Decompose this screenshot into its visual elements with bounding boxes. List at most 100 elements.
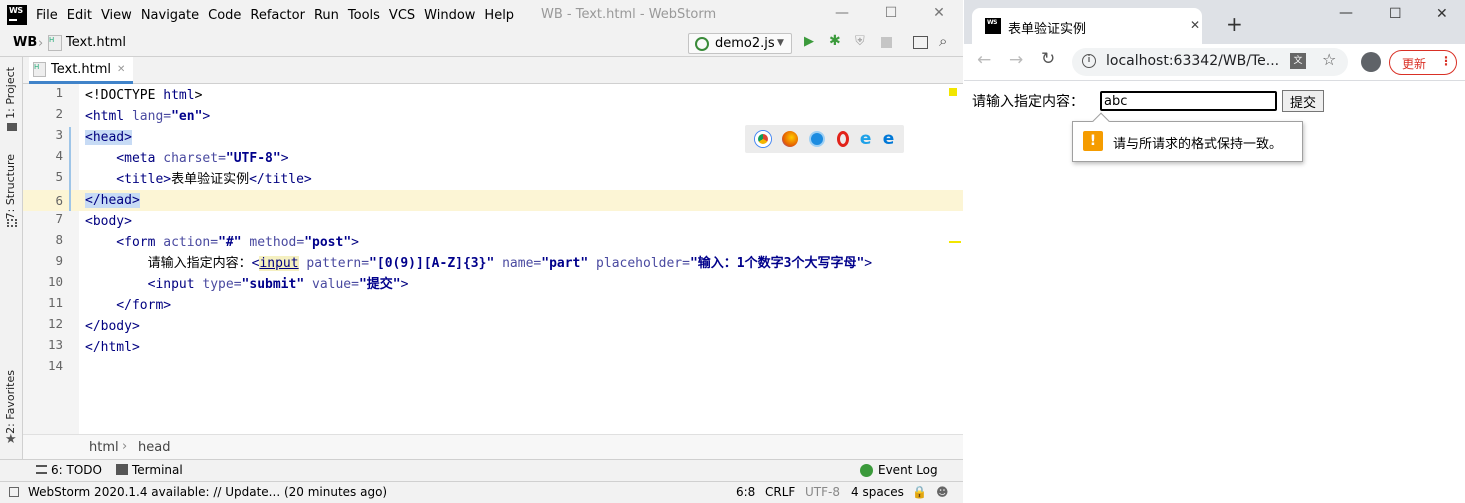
project-crumb[interactable]: WB	[13, 35, 37, 50]
reload-icon[interactable]: ↻	[1041, 49, 1055, 69]
more-menu-icon[interactable]: ⋮	[1440, 54, 1452, 68]
bookmark-star-icon[interactable]: ☆	[1322, 50, 1336, 69]
opera-icon[interactable]	[836, 131, 849, 147]
run-config-select[interactable]: demo2.js ▼	[688, 33, 792, 54]
html-file-icon: H	[48, 35, 62, 51]
tab-close-icon[interactable]: ✕	[117, 64, 125, 75]
forward-icon[interactable]: →	[1009, 50, 1023, 70]
line-number: 4	[55, 148, 63, 163]
code-line: </form>	[85, 298, 172, 313]
firefox-icon[interactable]	[781, 131, 798, 147]
code-line: <!DOCTYPE html>	[85, 88, 203, 103]
file-crumb[interactable]: Text.html	[66, 35, 126, 50]
menu-code[interactable]: Code	[208, 8, 241, 23]
code-line: </html>	[85, 340, 140, 355]
terminal-tab[interactable]: Terminal	[132, 463, 183, 477]
line-number: 9	[55, 253, 63, 268]
edge-icon[interactable]: e	[883, 129, 895, 149]
submit-button[interactable]: 提交	[1282, 90, 1324, 112]
tab-text-html[interactable]: H Text.html ✕	[29, 57, 134, 84]
maximize-icon[interactable]: ☐	[883, 5, 899, 21]
menu-edit[interactable]: Edit	[67, 8, 92, 23]
validation-message: 请与所请求的格式保持一致。	[1113, 137, 1283, 152]
code-line: </body>	[85, 319, 140, 334]
pattern-input[interactable]	[1100, 91, 1277, 111]
menu-view[interactable]: View	[101, 8, 132, 23]
breadcrumb-head[interactable]: head	[138, 440, 170, 455]
inspector-icon[interactable]: ☻	[936, 485, 949, 499]
file-encoding[interactable]: UTF-8	[805, 485, 840, 499]
close-icon[interactable]: ✕	[931, 5, 947, 21]
webstorm-window: WS File Edit View Navigate Code Refactor…	[0, 0, 963, 503]
line-number: 12	[47, 316, 63, 331]
line-number: 11	[47, 295, 63, 310]
stop-icon[interactable]	[881, 37, 892, 48]
structure-tool-tab[interactable]: 7: Structure	[4, 154, 17, 219]
menu-run[interactable]: Run	[314, 8, 339, 23]
code-line: <html lang="en">	[85, 109, 211, 124]
menu-tools[interactable]: Tools	[348, 8, 380, 23]
status-message[interactable]: WebStorm 2020.1.4 available: // Update..…	[28, 485, 387, 499]
code-line: <form action="#" method="post">	[85, 235, 359, 250]
menu-help[interactable]: Help	[484, 8, 514, 23]
translate-icon[interactable]: 文	[1290, 53, 1306, 69]
internet-explorer-icon[interactable]: e	[860, 129, 872, 149]
tab-label: Text.html	[51, 61, 112, 77]
maximize-icon[interactable]: ☐	[1389, 6, 1402, 22]
back-icon[interactable]: ←	[977, 50, 991, 70]
minimize-icon[interactable]: —	[834, 5, 850, 21]
browser-toolbar: ← → ↻ i localhost:63342/WB/Te... 文 ☆ 更新 …	[964, 44, 1465, 81]
window-title: WB - Text.html - WebStorm	[541, 7, 717, 22]
project-tool-tab[interactable]: 1: Project	[4, 67, 17, 119]
browser-tab[interactable]: WS 表单验证实例 ✕	[972, 8, 1202, 44]
current-line-highlight	[79, 190, 963, 211]
chrome-icon[interactable]	[754, 131, 771, 147]
line-number: 13	[47, 337, 63, 352]
menu-file[interactable]: File	[36, 8, 58, 23]
minimize-icon[interactable]: —	[1339, 5, 1353, 21]
line-number: 3	[55, 127, 63, 142]
code-line: <title>表单验证实例</title>	[85, 172, 312, 187]
lock-icon[interactable]: 🔒	[912, 485, 927, 499]
profile-avatar-icon[interactable]	[1361, 52, 1381, 72]
event-log-tab[interactable]: Event Log	[878, 463, 938, 477]
line-number: 7	[55, 211, 63, 226]
menu-navigate[interactable]: Navigate	[141, 8, 199, 23]
info-icon[interactable]: i	[1082, 54, 1096, 68]
update-button[interactable]: 更新 ⋮	[1389, 50, 1457, 75]
warning-icon: !	[1083, 131, 1103, 151]
close-icon[interactable]: ✕	[1436, 6, 1448, 22]
indent-setting[interactable]: 4 spaces	[851, 485, 904, 499]
layout-icon[interactable]	[913, 36, 928, 49]
webstorm-logo-icon: WS	[7, 5, 27, 25]
run-icon[interactable]: ▶	[804, 34, 814, 49]
menu-window[interactable]: Window	[424, 8, 475, 23]
search-icon[interactable]: ⌕	[939, 32, 947, 50]
safari-icon[interactable]	[809, 131, 826, 147]
address-bar[interactable]: i localhost:63342/WB/Te...	[1072, 48, 1348, 76]
favorites-tool-tab[interactable]: 2: Favorites	[4, 370, 17, 434]
coverage-icon[interactable]: ⛨	[855, 34, 865, 49]
caret-position[interactable]: 6:8	[736, 485, 755, 499]
todo-tab[interactable]: 6: TODO	[51, 463, 102, 477]
left-tool-strip: 1: Project 7: Structure 2: Favorites ★	[0, 57, 23, 459]
code-line: <head>	[85, 130, 132, 145]
open-in-browser-bar: e e	[745, 125, 904, 153]
new-tab-icon[interactable]: +	[1226, 12, 1243, 36]
breadcrumb-html[interactable]: html	[89, 440, 119, 455]
line-separator[interactable]: CRLF	[765, 485, 795, 499]
menu-refactor[interactable]: Refactor	[250, 8, 305, 23]
menu-vcs[interactable]: VCS	[389, 8, 415, 23]
status-toggle-icon[interactable]	[9, 487, 19, 497]
structure-icon	[7, 219, 17, 227]
tab-favicon-icon: WS	[985, 18, 1001, 34]
tab-close-icon[interactable]: ✕	[1190, 18, 1200, 32]
ide-titlebar: WS File Edit View Navigate Code Refactor…	[0, 0, 963, 30]
inspection-status-icon[interactable]	[949, 88, 957, 96]
fold-marker	[69, 127, 71, 211]
nodejs-icon	[695, 37, 709, 51]
warning-stripe[interactable]	[949, 241, 961, 243]
chrome-window: WS 表单验证实例 ✕ + — ☐ ✕ ← → ↻ i localhost:63…	[964, 0, 1465, 503]
debug-icon[interactable]: ✱	[829, 33, 841, 49]
editor-tabs: H Text.html ✕	[23, 57, 963, 84]
